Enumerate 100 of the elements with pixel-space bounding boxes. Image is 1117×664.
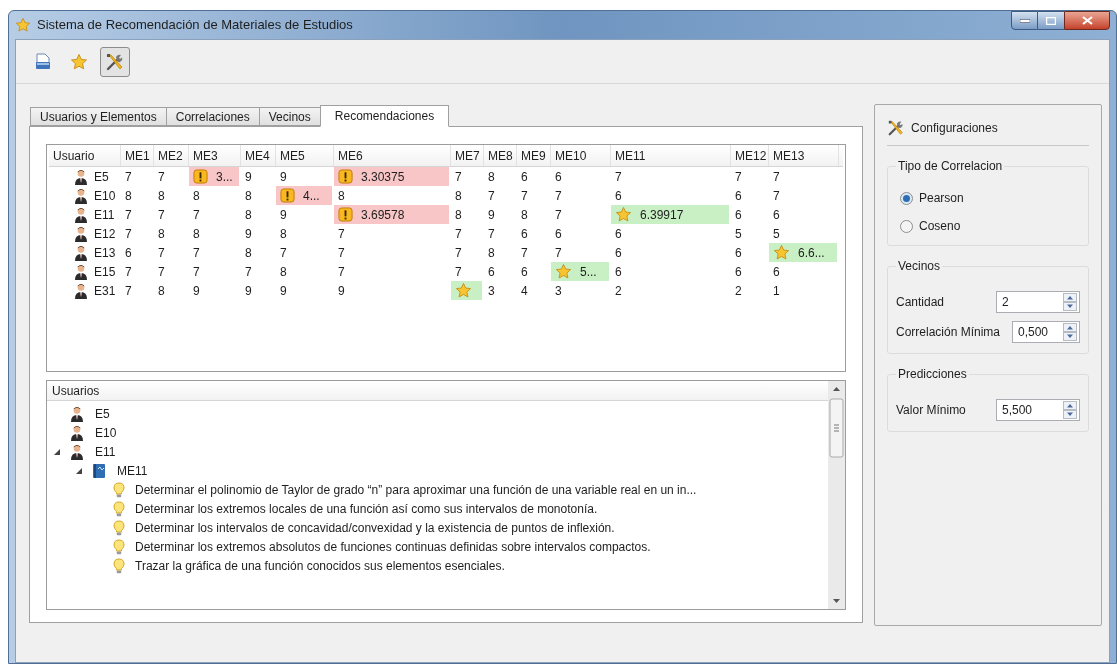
- radio-button[interactable]: Pearson: [900, 189, 1080, 207]
- table-cell-text: 9: [244, 168, 253, 186]
- scrollbar[interactable]: [828, 381, 845, 609]
- column-header[interactable]: ME6: [334, 145, 451, 166]
- column-header[interactable]: ME7: [451, 145, 484, 166]
- user-icon: [69, 443, 85, 460]
- column-header[interactable]: ME9: [517, 145, 551, 166]
- table-cell-text: 7: [614, 168, 623, 186]
- column-header[interactable]: ME5: [276, 145, 334, 166]
- column-header[interactable]: ME10: [551, 145, 611, 166]
- table-cell-text: E12: [94, 225, 116, 243]
- table-cell-text: 5: [772, 225, 781, 243]
- close-button[interactable]: [1064, 11, 1110, 30]
- table-cell-text: 8: [454, 187, 463, 205]
- radio-button[interactable]: Coseno: [900, 217, 1080, 235]
- cell-value: 3.69578: [361, 206, 405, 224]
- column-header[interactable]: ME4: [241, 145, 276, 166]
- cell-value: 6.39917: [640, 206, 684, 224]
- table-cell-text: 6: [734, 206, 743, 224]
- table-cell-text: 7: [157, 168, 166, 186]
- tree-item[interactable]: Trazar la gráfica de una función conocidos sus elementos esenciales.: [135, 556, 505, 575]
- expanded-arrow-icon[interactable]: [53, 447, 61, 456]
- table-cell-text: 8: [124, 187, 133, 205]
- table-cell-text: 4: [520, 282, 529, 300]
- user-icon: [69, 405, 85, 422]
- table-cell-text: 6: [487, 263, 496, 281]
- table-cell-text: 9: [244, 282, 253, 300]
- table-cell-text: 8: [337, 187, 346, 205]
- table-cell-text: E11: [94, 206, 115, 224]
- spin-box[interactable]: 2: [996, 291, 1080, 313]
- table-cell-text: E15: [94, 263, 116, 281]
- tree-item[interactable]: E10: [95, 423, 117, 442]
- tree-item[interactable]: Determinar los extremos locales de una función así como sus intervalos de monotonía.: [135, 499, 598, 518]
- table-cell-text: 7: [487, 187, 496, 205]
- toolbar-button[interactable]: [100, 46, 130, 77]
- star-icon: [70, 52, 88, 71]
- lightbulb-icon: [113, 500, 125, 517]
- tab[interactable]: Recomendaciones: [319, 105, 450, 127]
- table-cell-text: 2: [734, 282, 743, 300]
- table-cell-text: E13: [94, 244, 116, 262]
- star-icon: [455, 282, 472, 299]
- table-cell-text: 7: [454, 263, 463, 281]
- column-header[interactable]: ME8: [484, 145, 517, 166]
- table-cell-text: 7: [124, 263, 133, 281]
- spinner-arrows-icon[interactable]: [1063, 293, 1077, 311]
- table-cell-text: 7: [520, 244, 529, 262]
- table-cell-text: 9: [279, 206, 288, 224]
- table-cell-text: 7: [454, 168, 463, 186]
- column-header[interactable]: ME13: [769, 145, 839, 166]
- tools-icon: [105, 51, 125, 72]
- maximize-button[interactable]: [1038, 11, 1064, 30]
- table-cell-text: 8: [520, 206, 529, 224]
- column-header[interactable]: Usuario: [49, 145, 121, 166]
- tree-item[interactable]: Determinar los extremos absolutos de funciones continuas definidas sobre intervalos compactos.: [135, 537, 651, 556]
- tab[interactable]: Usuarios y Elementos: [30, 107, 167, 126]
- table-cell-text: 9: [337, 282, 346, 300]
- table-cell-text: 9: [279, 168, 288, 186]
- tab[interactable]: Correlaciones: [165, 107, 260, 126]
- tree-item[interactable]: Determinar los intervalos de concavidad/convexidad y la existencia de puntos de inflexión.: [135, 518, 615, 537]
- star-icon: [555, 263, 572, 280]
- window-title: Sistema de Recomendación de Materiales de Estudios: [37, 16, 353, 35]
- column-header[interactable]: ME12: [731, 145, 769, 166]
- table-cell-text: 8: [487, 168, 496, 186]
- spinner-arrows-icon[interactable]: [1063, 323, 1077, 341]
- tree-item[interactable]: E11: [95, 442, 116, 461]
- table-cell-text: E5: [94, 168, 109, 186]
- user-icon: [69, 424, 85, 441]
- tree-item[interactable]: ME11: [117, 461, 148, 480]
- table-cell-text: 7: [554, 206, 563, 224]
- star-icon: [615, 206, 632, 223]
- maximize-icon: [1046, 16, 1056, 25]
- tree-item[interactable]: E5: [95, 404, 110, 423]
- table-cell-text: 7: [124, 282, 133, 300]
- table-cell-text: 7: [124, 225, 133, 243]
- expanded-arrow-icon[interactable]: [75, 466, 83, 475]
- field-label: Correlación Mínima: [896, 324, 1001, 341]
- column-header[interactable]: ME2: [154, 145, 189, 166]
- column-header[interactable]: ME3: [189, 145, 241, 166]
- table-cell-text: 6: [614, 187, 623, 205]
- table-cell-text: 6: [520, 225, 529, 243]
- column-header[interactable]: ME1: [121, 145, 154, 166]
- lightbulb-icon: [113, 481, 125, 498]
- tab[interactable]: Vecinos: [258, 107, 321, 126]
- table-cell-text: 6: [734, 263, 743, 281]
- table-cell-text: 8: [192, 187, 201, 205]
- table-cell-text: 1: [772, 282, 781, 300]
- cell-value: 3...: [216, 168, 233, 186]
- field-label: Cantidad: [896, 294, 945, 311]
- table-cell-text: 7: [554, 244, 563, 262]
- minimize-button[interactable]: [1011, 11, 1038, 30]
- table-cell-text: 3: [487, 282, 496, 300]
- spinner-arrows-icon[interactable]: [1063, 401, 1077, 419]
- user-icon: [73, 263, 89, 280]
- column-header[interactable]: ME11: [611, 145, 731, 166]
- table-cell-text: 9: [192, 282, 201, 300]
- tree-item[interactable]: Determinar el polinomio de Taylor de grado “n” para aproximar una función de una variable real en un in...: [135, 480, 697, 499]
- star-icon: [15, 17, 31, 33]
- spin-box[interactable]: 5,500: [996, 399, 1080, 421]
- user-icon: [73, 282, 89, 299]
- spin-box[interactable]: 0,500: [1012, 321, 1080, 343]
